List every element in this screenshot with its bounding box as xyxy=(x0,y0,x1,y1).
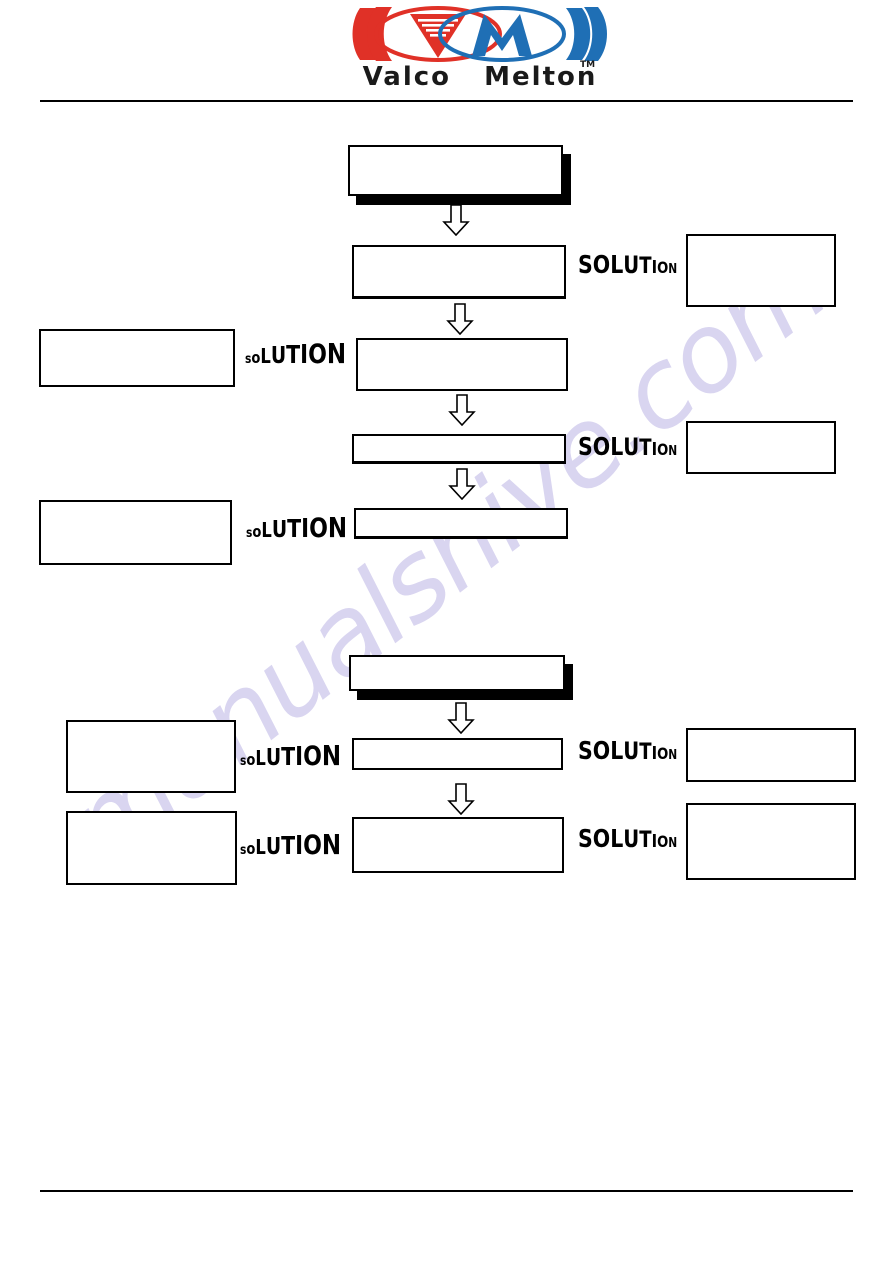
flow-bottom-solution-box-right-1-text xyxy=(688,730,854,780)
flow-bottom-solution-box-left-2-text xyxy=(68,813,235,883)
flow-bottom-step-2 xyxy=(352,817,564,873)
flow-top-step-2 xyxy=(356,338,568,391)
flow-bottom-solution-box-right-1 xyxy=(686,728,856,782)
flow-top-arrow-1 xyxy=(442,204,470,236)
flow-bottom-arrow-1 xyxy=(447,702,475,734)
flow-top-arrow-2 xyxy=(446,303,474,335)
flow-top-step-3 xyxy=(352,434,566,464)
flow-bottom-solution-label-right-2: SOLUTION xyxy=(578,824,678,853)
flow-top-solution-label-left-1: soLUTION xyxy=(245,337,347,370)
flow-top-step-1-text xyxy=(354,247,564,296)
flow-top-step-4 xyxy=(354,508,568,539)
flow-top-title-box xyxy=(348,145,571,205)
header-rule xyxy=(40,100,853,102)
flow-bottom-step-2-text xyxy=(354,819,562,871)
flow-bottom-solution-box-left-2 xyxy=(66,811,237,885)
document-page: manualshive.com Valco Melton TM SOLUTION… xyxy=(0,0,893,1263)
flow-bottom-arrow-2 xyxy=(447,783,475,815)
brand-name-valco: Valco xyxy=(362,62,452,92)
flow-bottom-solution-label-left-2: soLUTION xyxy=(240,828,342,861)
flow-top-step-1 xyxy=(352,245,566,299)
flow-bottom-solution-box-left-1-text xyxy=(68,722,234,791)
flow-bottom-step-1 xyxy=(352,738,563,770)
flow-bottom-step-1-text xyxy=(354,740,561,768)
flow-top-step-2-text xyxy=(358,340,566,389)
flow-top-step-4-text xyxy=(356,510,566,536)
flow-bottom-solution-label-left-1: soLUTION xyxy=(240,739,342,772)
flow-bottom-title-box xyxy=(349,655,573,700)
flow-top-solution-label-left-2: soLUTION xyxy=(246,511,348,544)
flow-top-solution-box-right-2 xyxy=(686,421,836,474)
flow-bottom-title-face xyxy=(349,655,565,691)
flow-top-arrow-3 xyxy=(448,394,476,426)
flow-top-solution-label-right-1: SOLUTION xyxy=(578,250,678,279)
flow-top-solution-box-right-1 xyxy=(686,234,836,307)
flow-bottom-solution-box-left-1 xyxy=(66,720,236,793)
flow-bottom-solution-box-right-2 xyxy=(686,803,856,880)
flow-top-solution-box-left-2 xyxy=(39,500,232,565)
brand-logo: Valco Melton TM xyxy=(352,4,608,96)
footer-rule xyxy=(40,1190,853,1192)
flow-bottom-solution-label-right-1: SOLUTION xyxy=(578,736,678,765)
flow-top-solution-box-left-2-text xyxy=(41,502,230,563)
flow-top-step-3-text xyxy=(354,436,564,461)
flow-top-solution-box-right-2-text xyxy=(688,423,834,472)
flow-top-arrow-4 xyxy=(448,468,476,500)
brand-wordmark: Valco Melton xyxy=(352,62,608,92)
flow-top-solution-box-left-1 xyxy=(39,329,235,387)
flow-bottom-solution-box-right-2-text xyxy=(688,805,854,878)
trademark-symbol: TM xyxy=(580,60,596,70)
flow-top-title-face xyxy=(348,145,563,196)
flow-top-solution-box-right-1-text xyxy=(688,236,834,305)
flow-top-solution-label-right-2: SOLUTION xyxy=(578,432,678,461)
flow-top-solution-box-left-1-text xyxy=(41,331,233,385)
valco-melton-logo-icon xyxy=(352,6,607,62)
